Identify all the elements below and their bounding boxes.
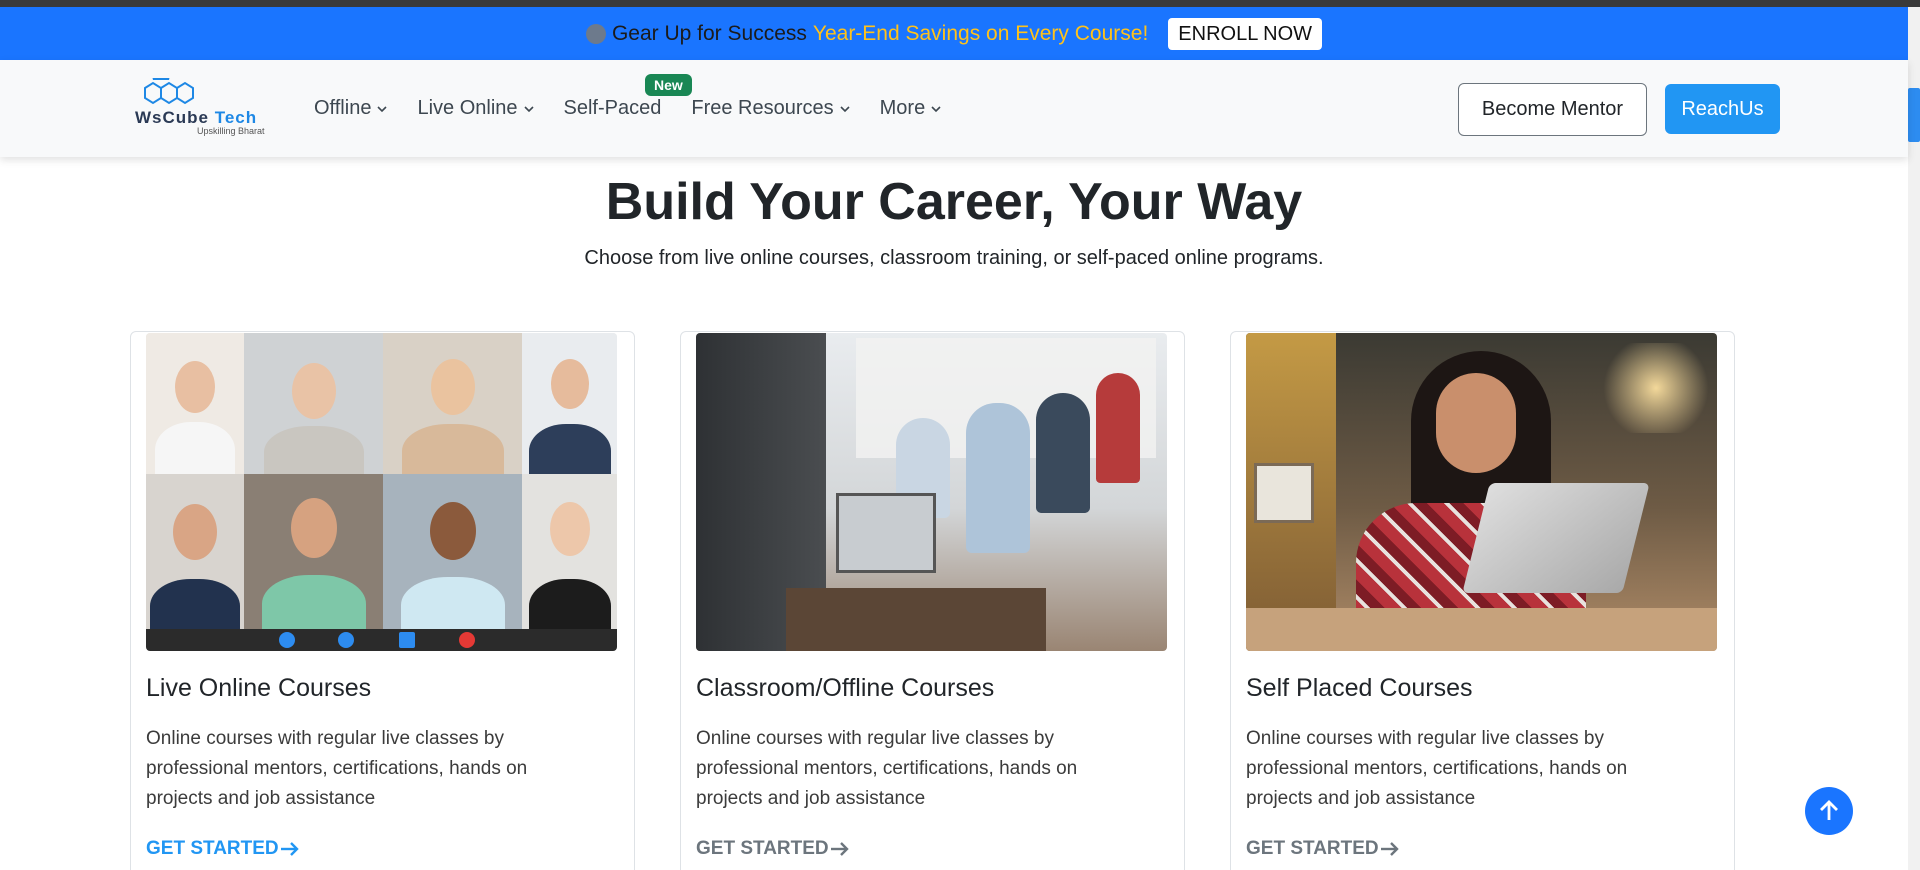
browser-top-strip	[0, 0, 1920, 7]
get-started-link[interactable]: GET STARTED	[696, 838, 849, 860]
nav-item-live-online[interactable]: Live Online	[417, 97, 534, 120]
card-description: Online courses with regular live classes…	[146, 728, 528, 809]
nav-item-label: Free Resources	[691, 97, 834, 119]
arrow-right-icon	[1380, 842, 1399, 856]
chevron-down-icon	[840, 105, 850, 112]
nav-item-free-resources[interactable]: Free Resources	[691, 97, 850, 120]
card-title: Self Placed Courses	[1246, 674, 1473, 702]
nav-item-label: Self-Paced	[563, 97, 662, 119]
arrow-right-icon	[830, 842, 849, 856]
arrow-right-icon	[280, 842, 299, 856]
arrow-up-icon	[1820, 800, 1838, 820]
microphone-icon	[279, 632, 295, 648]
get-started-label: GET STARTED	[146, 838, 279, 859]
video-call-grid-photo	[146, 333, 617, 651]
chevron-down-icon	[931, 105, 941, 112]
announcement-promo: Year-End Savings on Every Course!	[812, 21, 1149, 45]
page-title: Build Your Career, Your Way	[605, 173, 1303, 231]
get-started-label: GET STARTED	[696, 838, 829, 859]
card-description: Online courses with regular live classes…	[1246, 728, 1628, 809]
camera-icon	[399, 632, 415, 648]
announcement-bar: Gear Up for Success Year-End Savings on …	[0, 7, 1908, 60]
get-started-link[interactable]: GET STARTED	[146, 838, 299, 860]
chevron-down-icon	[523, 105, 534, 112]
get-started-link[interactable]: GET STARTED	[1246, 838, 1399, 860]
end-call-icon	[459, 632, 475, 648]
chevron-down-icon	[377, 105, 388, 112]
course-card-live-online: Live Online Courses Online courses with …	[130, 331, 635, 870]
globe-icon	[585, 23, 606, 44]
hexagon-logo-icon	[144, 78, 194, 105]
card-title: Classroom/Offline Courses	[696, 674, 995, 702]
course-card-self-paced: Self Placed Courses Online courses with …	[1230, 331, 1735, 870]
laptop	[836, 493, 936, 573]
nav-item-label: Offline	[314, 97, 372, 119]
reach-us-button[interactable]: ReachUs	[1665, 84, 1780, 134]
card-title: Live Online Courses	[146, 674, 372, 702]
brand-word-a: WsCube	[135, 108, 209, 127]
course-card-classroom: Classroom/Offline Courses Online courses…	[680, 331, 1185, 870]
new-badge: New	[645, 74, 692, 96]
scroll-to-top-button[interactable]	[1805, 787, 1853, 835]
speaker-icon	[338, 632, 354, 648]
nav-item-label: Live Online	[417, 97, 518, 119]
woman-laptop-photo	[1246, 333, 1717, 651]
nav-menu: Offline Live Online Self-Paced Free Reso…	[314, 60, 971, 157]
nav-item-label: More	[879, 97, 926, 119]
nav-item-self-paced[interactable]: Self-Paced	[564, 97, 662, 120]
nav-item-offline[interactable]: Offline	[314, 97, 388, 120]
video-call-controls	[146, 629, 617, 651]
announcement-lead: Gear Up for Success	[611, 21, 807, 45]
navbar: WsCube Tech Upskilling Bharat Offline Li…	[0, 60, 1908, 157]
get-started-label: GET STARTED	[1246, 838, 1379, 859]
enroll-now-button[interactable]: ENROLL NOW	[1168, 17, 1323, 50]
brand-logo[interactable]: WsCube Tech Upskilling Bharat	[133, 78, 283, 140]
scrollbar-thumb[interactable]	[1908, 88, 1920, 142]
brand-wordmark: WsCube Tech	[135, 108, 257, 128]
laptop	[1462, 483, 1650, 593]
become-mentor-button[interactable]: Become Mentor	[1458, 83, 1647, 136]
brand-word-b: Tech	[214, 108, 258, 127]
brand-tagline: Upskilling Bharat	[197, 126, 265, 136]
card-description: Online courses with regular live classes…	[696, 728, 1078, 809]
classroom-photo	[696, 333, 1167, 651]
nav-item-more[interactable]: More	[880, 97, 942, 120]
page-subtitle: Choose from live online courses, classro…	[584, 247, 1324, 269]
face	[1436, 373, 1516, 473]
